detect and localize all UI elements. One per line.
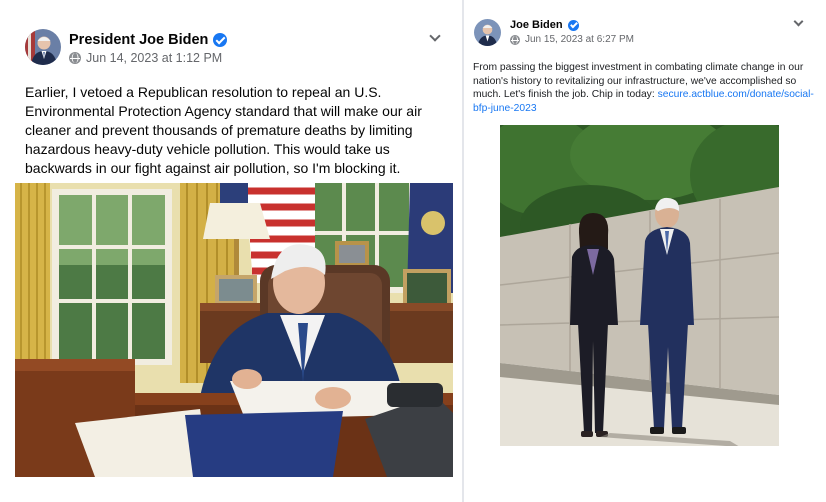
author-name[interactable]: President Joe Biden [69,32,208,48]
author-row: Joe Biden [510,19,579,31]
globe-icon [510,34,520,45]
author-avatar[interactable] [25,29,61,65]
author-name[interactable]: Joe Biden [510,19,563,31]
author-avatar[interactable] [474,19,501,46]
post-photo[interactable] [15,183,453,477]
post-left: President Joe Biden Jun 14, 2023 at 1:12… [0,0,462,502]
post-meta: Jun 15, 2023 at 6:27 PM [510,34,634,45]
post-timestamp[interactable]: Jun 14, 2023 at 1:12 PM [86,51,222,65]
verified-badge-icon [213,33,228,47]
post-right: Joe Biden Jun 15, 2023 at 6:27 PM From p… [464,0,826,502]
author-row: President Joe Biden [69,32,228,48]
post-text: Earlier, I vetoed a Republican resolutio… [25,84,422,176]
post-meta: Jun 14, 2023 at 1:12 PM [69,51,222,65]
globe-icon [69,52,81,64]
chevron-down-icon[interactable] [793,16,804,27]
post-timestamp[interactable]: Jun 15, 2023 at 6:27 PM [525,34,634,45]
verified-badge-icon [567,19,579,31]
chevron-down-icon[interactable] [429,30,441,42]
post-text: From passing the biggest investment in c… [473,61,818,115]
post-photo[interactable] [500,125,779,446]
